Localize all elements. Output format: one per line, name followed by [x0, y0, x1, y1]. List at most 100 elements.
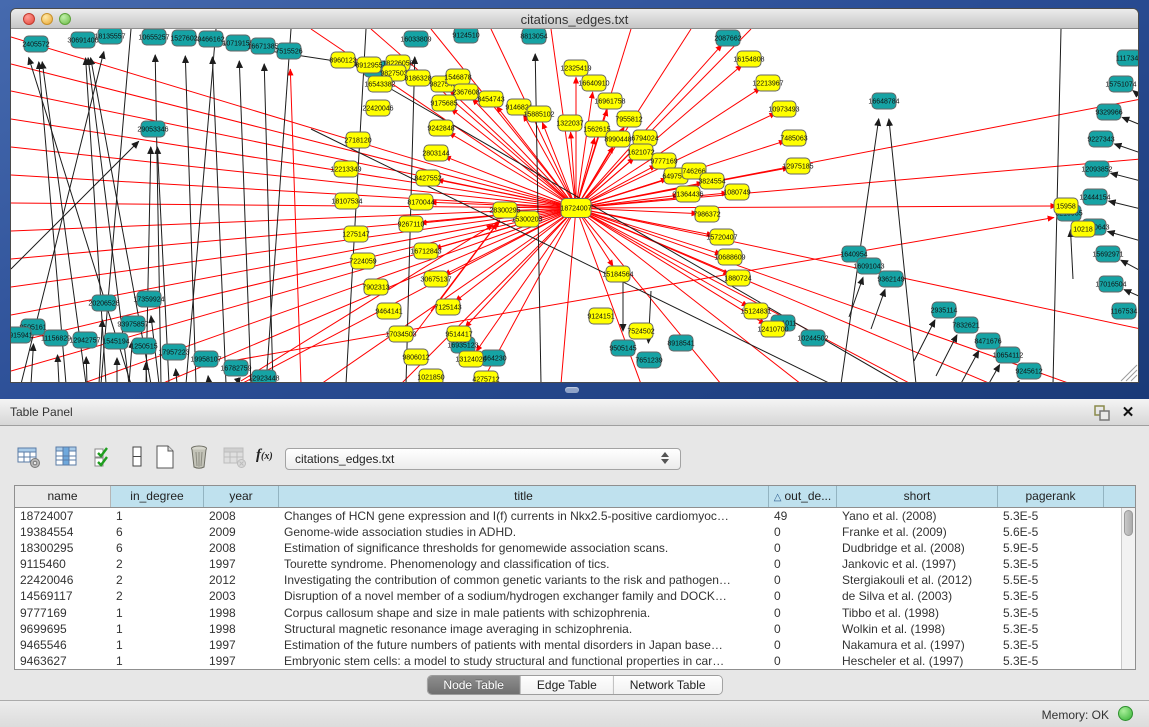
graph-node[interactable]: 7986372 — [693, 206, 720, 222]
table-row[interactable]: 969969511998Structural magnetic resonanc… — [15, 621, 1121, 637]
tab-edge-table[interactable]: Edge Table — [521, 676, 614, 694]
graph-node[interactable]: 9227343 — [1087, 131, 1114, 147]
graph-node[interactable]: 18135557 — [94, 29, 125, 44]
graph-node[interactable]: 1546878 — [444, 69, 471, 85]
graph-node[interactable]: 8471676 — [974, 333, 1001, 349]
graph-node[interactable]: 8813054 — [520, 29, 547, 44]
select-rows-icon[interactable] — [92, 444, 118, 470]
graph-node[interactable]: 1167534 — [1111, 303, 1138, 319]
graph-node[interactable]: 8427552 — [414, 170, 441, 186]
graph-node[interactable]: 16648784 — [868, 93, 899, 109]
graph-node[interactable]: 10688609 — [714, 249, 745, 265]
graph-node[interactable]: 7651239 — [635, 352, 662, 368]
network-canvas[interactable]: 2405572306914061813555710655257152760294… — [11, 29, 1138, 383]
graph-node[interactable]: 17359924 — [133, 291, 164, 307]
table-selector-combobox[interactable]: citations_edges.txt — [285, 448, 681, 470]
table-row[interactable]: 1456911722003Disruption of a novel membe… — [15, 588, 1121, 604]
graph-node[interactable]: 9777169 — [650, 153, 677, 169]
graph-node[interactable]: 13124020 — [455, 351, 486, 367]
table-row[interactable]: 911546021997Tourette syndrome. Phenomeno… — [15, 556, 1121, 572]
graph-node[interactable]: 18724007 — [560, 199, 591, 218]
graph-node[interactable]: 9242848 — [427, 120, 454, 136]
graph-node[interactable]: 9514417 — [445, 326, 472, 342]
new-column-icon[interactable] — [152, 444, 178, 470]
tab-node-table[interactable]: Node Table — [427, 676, 521, 694]
column-header-pagerank[interactable]: pagerank — [998, 486, 1104, 507]
graph-node[interactable]: 12213967 — [752, 75, 783, 91]
function-builder-icon[interactable]: f(x) — [256, 447, 282, 473]
graph-node[interactable]: 1322037 — [556, 115, 583, 131]
graph-node[interactable]: 8918541 — [667, 335, 694, 351]
graph-node[interactable]: 1527602 — [170, 30, 197, 46]
graph-node[interactable]: 9329966 — [1095, 104, 1122, 120]
graph-node[interactable]: 16033809 — [400, 31, 431, 47]
graph-node[interactable]: 8170044 — [407, 194, 434, 210]
graph-node[interactable]: 16671385 — [247, 38, 278, 54]
vertical-scrollbar[interactable] — [1121, 508, 1135, 669]
table-row[interactable]: 946362711997Embryonic stem cells: a mode… — [15, 653, 1121, 669]
graph-node[interactable]: 1250515 — [130, 338, 157, 354]
graph-node[interactable]: 16712843 — [410, 243, 441, 259]
graph-node[interactable]: 1275147 — [342, 226, 369, 242]
graph-node[interactable]: 10654112 — [993, 347, 1024, 363]
graph-node[interactable]: 29053346 — [137, 121, 168, 137]
splitter-handle[interactable] — [565, 387, 579, 393]
column-header-year[interactable]: year — [204, 486, 279, 507]
graph-node[interactable]: 9466162 — [197, 31, 224, 47]
column-header-in_degree[interactable]: in_degree — [111, 486, 204, 507]
table-row[interactable]: 1830029562008Estimation of significance … — [15, 540, 1121, 556]
graph-node[interactable]: 7485063 — [780, 130, 807, 146]
graph-node[interactable]: 10244502 — [797, 330, 828, 346]
graph-node[interactable]: 12213349 — [330, 161, 361, 177]
graph-node[interactable]: 7524502 — [627, 323, 654, 339]
graph-node[interactable]: 30675137 — [420, 271, 451, 287]
graph-node[interactable]: 7224059 — [349, 253, 376, 269]
graph-node[interactable]: 12942757 — [69, 332, 100, 348]
graph-node[interactable]: 7955812 — [615, 111, 642, 127]
graph-node[interactable]: 9362149 — [877, 271, 904, 287]
graph-node[interactable]: 7902313 — [362, 279, 389, 295]
graph-node[interactable]: 9124510 — [452, 29, 479, 43]
tab-network-table[interactable]: Network Table — [614, 676, 722, 694]
graph-node[interactable]: 9175685 — [430, 95, 457, 111]
table-row[interactable]: 946554611997Estimation of the future num… — [15, 637, 1121, 653]
graph-node[interactable]: 7125143 — [434, 299, 461, 315]
column-header-title[interactable]: title — [279, 486, 769, 507]
graph-node[interactable]: 15885102 — [523, 106, 554, 122]
graph-node[interactable]: 9124151 — [587, 308, 614, 324]
graph-node[interactable]: 8960123 — [329, 52, 356, 68]
graph-node[interactable]: 2367608 — [452, 84, 479, 100]
table-row[interactable]: 1872400712008Changes of HCN gene express… — [15, 508, 1121, 524]
close-icon[interactable]: ✕ — [1119, 404, 1137, 422]
column-header-name[interactable]: name — [15, 486, 111, 507]
graph-node[interactable]: 3915941 — [11, 327, 33, 343]
graph-node[interactable]: 15751074 — [1105, 76, 1136, 92]
delete-table-icon[interactable] — [222, 444, 248, 470]
graph-node[interactable]: 15720407 — [706, 229, 737, 245]
show-columns-icon[interactable] — [54, 444, 80, 470]
graph-node[interactable]: 12975185 — [782, 158, 813, 174]
graph-node[interactable]: 16961758 — [594, 93, 625, 109]
table-row[interactable]: 2242004622012Investigating the contribut… — [15, 572, 1121, 588]
graph-node[interactable]: 93975857 — [117, 316, 148, 332]
table-options-icon[interactable] — [16, 444, 42, 470]
graph-node[interactable]: 15692971 — [1092, 246, 1123, 262]
graph-node[interactable]: 16782759 — [220, 360, 251, 376]
column-header-out_de[interactable]: △out_de... — [769, 486, 837, 507]
graph-node[interactable]: 7832621 — [952, 317, 979, 333]
graph-node[interactable]: 19958107 — [190, 351, 221, 367]
graph-node[interactable]: 9245612 — [1015, 363, 1042, 379]
graph-node[interactable]: 22420046 — [362, 100, 393, 116]
graph-node[interactable]: 20206526 — [88, 295, 119, 311]
graph-node[interactable]: 17957223 — [158, 344, 189, 360]
graph-node[interactable]: 7515526 — [275, 43, 302, 59]
graph-node[interactable]: 28300295 — [489, 202, 520, 218]
graph-node[interactable]: 16543382 — [364, 76, 395, 92]
graph-node[interactable]: 12410700 — [757, 321, 788, 337]
graph-node[interactable]: 10218 — [1071, 221, 1095, 237]
graph-node[interactable]: 18107534 — [331, 193, 362, 209]
graph-node[interactable]: 8186328 — [404, 70, 431, 86]
table-row[interactable]: 977716911998Corpus callosum shape and si… — [15, 605, 1121, 621]
graph-node[interactable]: 9505145 — [609, 340, 636, 356]
graph-node[interactable]: 17034503 — [385, 326, 416, 342]
